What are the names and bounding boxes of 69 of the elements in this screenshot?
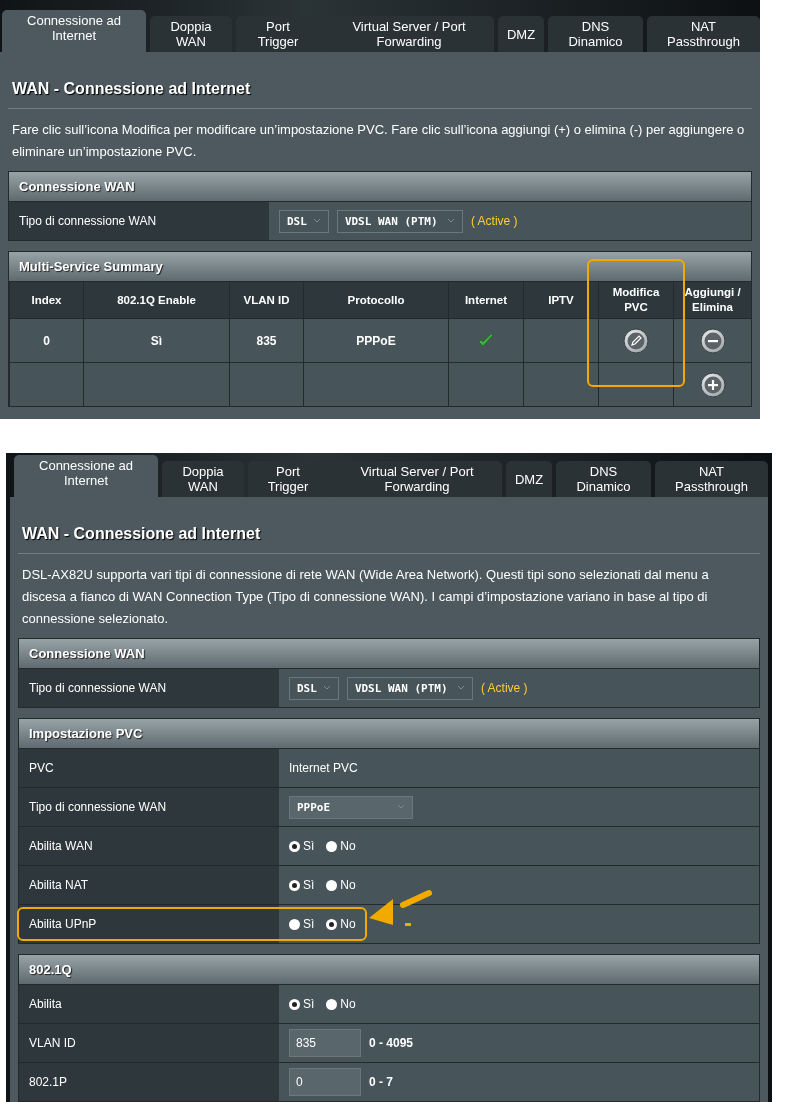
tab[interactable]: DMZ <box>498 16 544 52</box>
page-title: WAN - Connessione ad Internet <box>8 52 752 109</box>
column-header: Aggiungi / Elimina <box>683 285 742 315</box>
field-label: Tipo di connessione WAN <box>19 788 279 826</box>
field-label: Abilita WAN <box>19 827 279 865</box>
column-header: VLAN ID <box>243 292 290 308</box>
wan-type-select[interactable]: VDSL WAN (PTM) <box>346 676 473 700</box>
radio-option[interactable]: No <box>326 878 356 892</box>
field-label: VLAN ID <box>19 1024 279 1062</box>
section-header: Impostazione PVC <box>19 719 759 748</box>
range-text: 0 - 7 <box>369 1075 393 1089</box>
column-header: Internet <box>464 292 508 308</box>
page-title: WAN - Connessione ad Internet <box>18 497 760 554</box>
table-cell: Sì <box>83 318 229 362</box>
field-value: Internet PVC <box>289 761 358 775</box>
caret-icon <box>456 684 465 692</box>
radio-option[interactable]: No <box>326 997 356 1011</box>
tab[interactable]: DNS Dinamico <box>548 16 643 52</box>
dsl-select[interactable]: DSL <box>289 676 339 700</box>
range-text: 0 - 4095 <box>369 1036 414 1050</box>
column-header: Protocollo <box>347 292 405 308</box>
radio-option[interactable]: Sì <box>289 917 315 931</box>
tab[interactable]: Connessione ad Internet <box>14 455 158 497</box>
connection-type-select[interactable]: PPPoE <box>289 795 413 819</box>
description-text: DSL-AX82U supporta vari tipi di connessione di rete WAN (Wide Area Network). Questi tipi sono selezionati dal menu a discesa a fianco di WAN Connection Type (Tipo di connessione WAN). I campi d’impostazione variano in base al tipo di connessione selezionato. <box>21 566 710 628</box>
input-field[interactable]: 0 <box>289 1068 361 1096</box>
tab[interactable]: DNS Dinamico <box>556 461 651 497</box>
remove-icon[interactable] <box>699 327 726 354</box>
radio-option[interactable]: Sì <box>289 878 315 892</box>
caret-icon <box>397 803 405 811</box>
field-label: Abilita <box>19 985 279 1023</box>
caret-icon <box>312 217 321 225</box>
tab[interactable]: NAT Passthrough <box>647 16 760 52</box>
field-label: Abilita UPnP <box>19 905 279 943</box>
status-text: ( Active ) <box>480 681 528 695</box>
caret-icon <box>322 684 331 692</box>
radio-option[interactable]: Sì <box>289 997 315 1011</box>
add-icon[interactable] <box>699 371 726 398</box>
section-header: Multi-Service Summary <box>9 252 751 281</box>
caret-icon <box>446 217 455 225</box>
column-header: 802.1Q Enable <box>117 292 196 308</box>
field-label: Tipo di connessione WAN <box>19 669 279 707</box>
column-header: Index <box>31 292 62 308</box>
status-text: ( Active ) <box>470 214 518 228</box>
field-label: PVC <box>19 749 279 787</box>
table-cell: PPPoE <box>303 318 448 362</box>
radio-option[interactable]: No <box>326 839 356 853</box>
radio-option[interactable]: Sì <box>289 839 315 853</box>
input-field[interactable]: 835 <box>289 1029 361 1057</box>
tab[interactable]: Doppia WAN <box>162 461 244 497</box>
tab[interactable]: DMZ <box>506 461 552 497</box>
table-cell: 0 <box>9 318 83 362</box>
radio-option[interactable]: No <box>326 917 356 931</box>
field-label: Abilita NAT <box>19 866 279 904</box>
field-label: 802.1P <box>19 1063 279 1101</box>
edit-icon[interactable] <box>623 327 649 354</box>
section-header: Connessione WAN <box>19 639 759 668</box>
tab[interactable]: Connessione ad Internet <box>2 10 146 52</box>
table-cell: 835 <box>229 318 303 362</box>
section-header: 802.1Q <box>19 955 759 984</box>
description-text: Fare clic sull’icona Modifica per modificare un’impostazione PVC. Fare clic sull’icona aggiungi (+) o elimina (-) per aggiungere o eliminare un’impostazione PVC. <box>11 121 746 161</box>
wan-type-select[interactable]: VDSL WAN (PTM) <box>336 209 463 233</box>
tab[interactable]: NAT Passthrough <box>655 461 768 497</box>
column-header: IPTV <box>548 292 574 308</box>
section-header: Connessione WAN <box>9 172 751 201</box>
field-label: Tipo di connessione WAN <box>9 202 269 240</box>
dsl-select[interactable]: DSL <box>279 209 329 233</box>
tab[interactable]: Doppia WAN <box>150 16 232 52</box>
column-header: Modifica PVC <box>611 285 661 315</box>
